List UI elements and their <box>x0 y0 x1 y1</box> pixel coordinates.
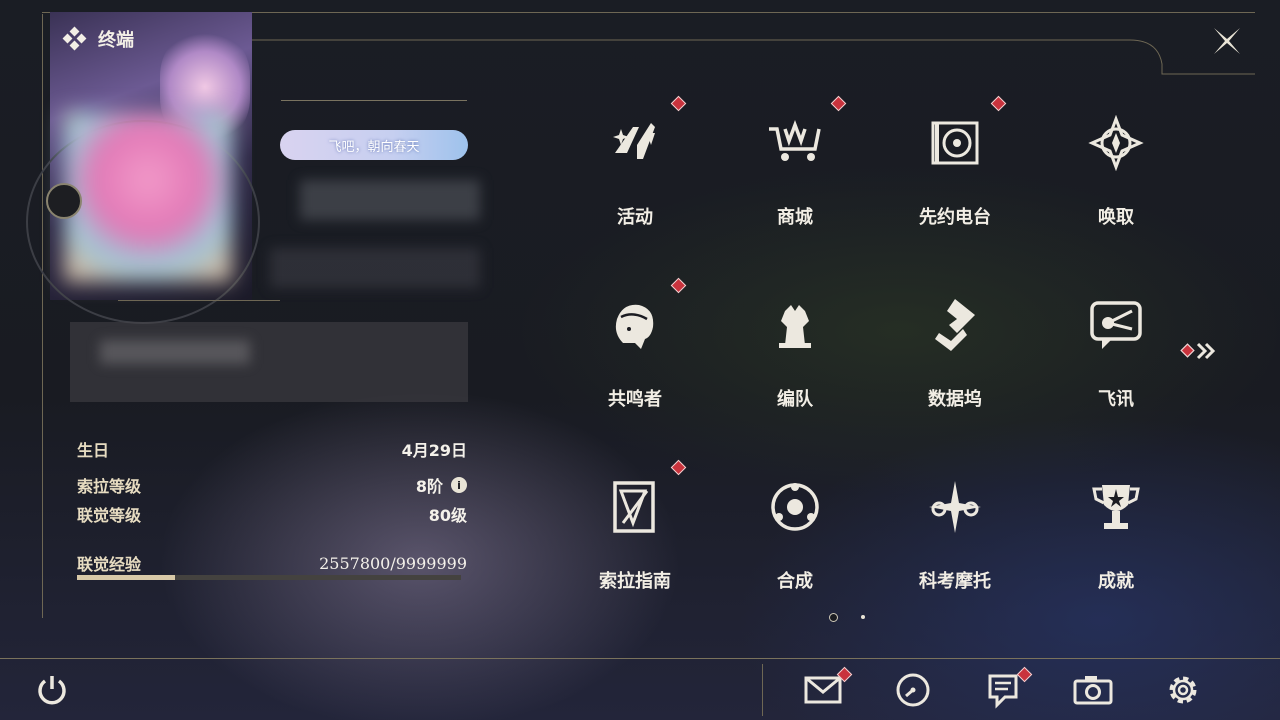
menu-item-label: 成就 <box>1098 571 1134 592</box>
union-exp-row: 联觉经验 2557800/9999999 <box>77 551 467 575</box>
power-icon <box>38 676 66 705</box>
union-exp-label: 联觉经验 <box>77 555 142 574</box>
team-chess-icon <box>767 297 823 353</box>
guide-icon <box>607 479 663 535</box>
menu-item-resonator[interactable]: 共鸣者 <box>555 277 715 427</box>
menu-item-team-chess[interactable]: 编队 <box>715 277 875 427</box>
signature-box[interactable] <box>70 322 468 402</box>
player-name-blurred <box>300 180 480 220</box>
mail-button[interactable] <box>803 670 843 710</box>
birthday-value: 4月29日 <box>401 441 467 460</box>
avatar[interactable] <box>64 112 232 282</box>
menu-item-synthesis[interactable]: 合成 <box>715 459 875 609</box>
menu-item-activity[interactable]: 活动 <box>555 95 715 245</box>
page-indicator[interactable] <box>861 615 865 619</box>
player-id-blurred <box>270 248 480 288</box>
menu-item-label: 数据坞 <box>928 389 982 410</box>
birthday-label: 生日 <box>77 441 110 460</box>
clock-icon <box>896 673 930 707</box>
databank-icon <box>927 297 983 353</box>
page-title: 终端 <box>62 26 134 52</box>
camera-icon <box>1073 676 1113 705</box>
union-level-value: 80级 <box>428 506 467 525</box>
page-indicator-current[interactable] <box>829 613 838 622</box>
settings-icon <box>1169 676 1197 704</box>
menu-item-label: 合成 <box>777 571 813 592</box>
menu-item-label: 共鸣者 <box>608 389 662 410</box>
title-banner[interactable]: 飞吧，朝向春天 <box>280 130 468 160</box>
sola-level-label: 索拉等级 <box>77 477 142 496</box>
notice-button[interactable] <box>983 670 1023 710</box>
notification-badge <box>830 95 847 112</box>
union-level-label: 联觉等级 <box>77 506 142 525</box>
birthday-row: 生日 4月29日 <box>77 437 467 461</box>
union-exp-bar <box>77 575 461 580</box>
message-icon <box>1088 297 1144 353</box>
menu-item-label: 科考摩托 <box>919 571 991 592</box>
close-icon <box>1214 28 1240 54</box>
terminal-diamond-icon <box>62 26 87 51</box>
motorbike-icon <box>927 479 983 535</box>
info-icon[interactable]: i <box>451 477 467 493</box>
notification-badge <box>990 95 1007 112</box>
settings-button[interactable] <box>1163 670 1203 710</box>
notification-badge <box>670 95 687 112</box>
menu-item-guide[interactable]: 索拉指南 <box>555 459 715 609</box>
menu-item-message[interactable]: 飞讯 <box>1036 277 1196 427</box>
power-button[interactable] <box>32 670 72 710</box>
menu-item-label: 唤取 <box>1098 207 1134 228</box>
title-text: 终端 <box>98 30 134 51</box>
menu-item-label: 活动 <box>617 207 653 228</box>
menu-item-label: 商城 <box>777 207 813 228</box>
close-button[interactable] <box>1206 20 1248 62</box>
menu-item-trophy[interactable]: 成就 <box>1036 459 1196 609</box>
bottom-bar-divider <box>762 664 763 716</box>
union-level-row: 联觉等级 80级 <box>77 502 467 526</box>
banner-divider <box>281 100 467 101</box>
signature-text-blurred <box>100 340 250 364</box>
clock-button[interactable] <box>893 670 933 710</box>
menu-item-shop-cart[interactable]: 商城 <box>715 95 875 245</box>
frame-left-line <box>42 14 43 618</box>
notice-icon <box>988 674 1018 709</box>
menu-item-databank[interactable]: 数据坞 <box>875 277 1035 427</box>
menu-item-summon[interactable]: 唤取 <box>1036 95 1196 245</box>
camera-button[interactable] <box>1073 670 1113 710</box>
menu-item-label: 先约电台 <box>919 207 991 228</box>
profile-divider <box>118 300 280 301</box>
menu-item-motorbike[interactable]: 科考摩托 <box>875 459 1035 609</box>
resonator-icon <box>607 297 663 353</box>
notification-badge <box>670 459 687 476</box>
menu-item-label: 飞讯 <box>1098 389 1134 410</box>
menu-item-label: 索拉指南 <box>599 571 671 592</box>
menu-item-radio[interactable]: 先约电台 <box>875 95 1035 245</box>
shop-cart-icon <box>767 115 823 171</box>
summon-icon <box>1088 114 1144 172</box>
radio-icon <box>927 115 983 171</box>
sola-level-row: 索拉等级 8阶 i <box>77 473 467 497</box>
notification-badge <box>670 277 687 294</box>
menu-item-label: 编队 <box>777 389 813 410</box>
sola-level-value: 8阶 <box>415 477 443 496</box>
union-exp-bar-fill <box>77 575 176 580</box>
trophy-icon <box>1088 479 1144 535</box>
next-page-button[interactable] <box>1180 340 1222 362</box>
synthesis-icon <box>767 479 823 535</box>
union-exp-value: 2557800/9999999 <box>319 553 467 573</box>
double-chevron-right-icon <box>1180 342 1216 360</box>
mail-icon <box>804 676 842 704</box>
activity-icon <box>607 115 663 171</box>
sola-level-value-wrap: 8阶 i <box>416 473 467 497</box>
avatar-ring-knob[interactable] <box>46 183 82 219</box>
